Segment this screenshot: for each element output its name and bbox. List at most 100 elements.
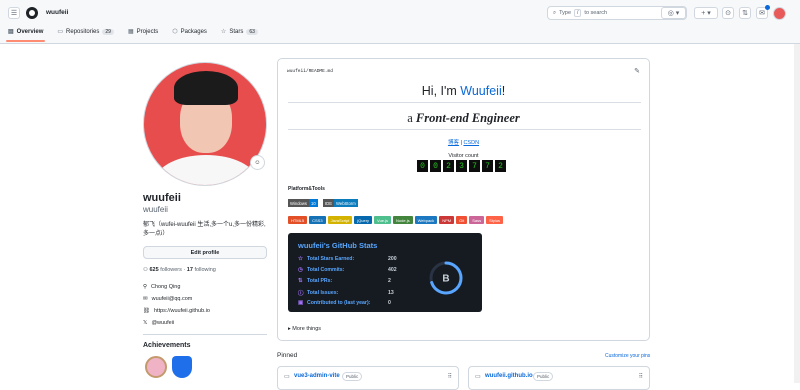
github-logo-icon[interactable] <box>26 7 38 19</box>
book-icon: ▤ <box>8 29 14 35</box>
create-new-button[interactable]: + ▾ <box>694 7 718 19</box>
pinned-repo-card[interactable]: ▭ wuufeii.github.io Public ⠿ <box>468 366 650 390</box>
menu-icon: ☰ <box>10 10 18 17</box>
pull-requests-button[interactable]: ⇅ <box>739 7 751 19</box>
stat-row: ◷ Total Commits: 402 <box>298 267 397 273</box>
achievements-heading[interactable]: Achievements <box>143 342 190 349</box>
profile-readme: wuufeii/README.md ✎ Hi, I'm Wuufeii! a F… <box>277 58 650 341</box>
copilot-icon: ◎ ▾ <box>667 10 680 17</box>
customize-pins-link[interactable]: Customize your pins <box>605 353 650 359</box>
edit-readme-pencil-icon[interactable]: ✎ <box>634 67 640 75</box>
pinned-repo-card[interactable]: ▭ vue3-admin-vite Public ⠿ <box>277 366 459 390</box>
csdn-link[interactable]: CSDN <box>463 140 479 146</box>
achievement-badge-quickdraw[interactable] <box>172 356 192 378</box>
shield-value: 10 <box>309 199 318 207</box>
drag-handle-icon[interactable]: ⠿ <box>639 373 643 380</box>
link-icon: ⛓ <box>143 308 150 314</box>
more-things-toggle[interactable]: ▸ More things <box>288 326 321 332</box>
mail-icon: ✉ <box>143 296 148 302</box>
tab-overview[interactable]: ▤ Overview <box>5 28 46 42</box>
issue-icon: ⓘ <box>298 291 304 297</box>
stat-row: ☆ Total Stars Earned: 200 <box>298 256 397 262</box>
issues-button[interactable]: ⊙ <box>722 7 734 19</box>
profile-twitter[interactable]: 𝕏 @wuufeii <box>143 320 174 326</box>
tag-stylus: Stylus <box>486 216 504 224</box>
readme-tagline: a Front-end Engineer <box>407 111 520 125</box>
page-scrollbar[interactable] <box>794 44 800 383</box>
user-avatar-button[interactable] <box>773 7 786 20</box>
search-icon: ⌕ <box>553 9 557 16</box>
people-icon: ⚇ <box>143 267 148 273</box>
visibility-badge: Public <box>342 372 363 381</box>
notification-dot <box>765 5 770 10</box>
visitor-digit: 0 <box>417 160 428 172</box>
tag-vuejs: Vue.js <box>374 216 392 224</box>
visitor-digit: 0 <box>430 160 441 172</box>
header-username[interactable]: wuufeii <box>46 9 68 16</box>
tab-packages[interactable]: ⬡ Packages <box>172 28 207 40</box>
pinned-repo-name[interactable]: wuufeii.github.io <box>485 373 533 379</box>
pull-request-icon: ⇅ <box>298 278 303 284</box>
tag-nodejs: Node.js <box>393 216 413 224</box>
greeting-name-link[interactable]: Wuufeii <box>460 84 501 98</box>
hamburger-menu-button[interactable]: ☰ <box>8 7 20 19</box>
blog-link[interactable]: 博客 <box>448 140 459 146</box>
repo-icon: ▭ <box>57 29 64 35</box>
pull-request-icon: ⇅ <box>742 10 748 17</box>
tab-projects[interactable]: ▦ Projects <box>128 28 158 40</box>
drag-handle-icon[interactable]: ⠿ <box>448 373 452 380</box>
profile-avatar[interactable] <box>143 62 267 186</box>
profile-website[interactable]: ⛓ https://wuufeii.github.io <box>143 308 210 314</box>
platform-tools-heading: Platform&Tools <box>288 186 325 192</box>
profile-name: wuufeii <box>143 192 181 204</box>
profile-email[interactable]: ✉ wuufeii@qq.com <box>143 296 192 302</box>
visitor-digit: 2 <box>495 160 506 172</box>
profile-location: ⚲ Chong Qing <box>143 284 181 290</box>
divider <box>143 334 267 335</box>
visitor-digit: 2 <box>443 160 454 172</box>
set-status-button[interactable]: ☺ <box>250 155 265 170</box>
x-twitter-icon: 𝕏 <box>143 320 148 326</box>
ide-shield: IDE WebStorm <box>323 199 358 207</box>
following-count[interactable]: 17 <box>187 267 193 273</box>
shield-value: WebStorm <box>333 199 358 207</box>
tag-jquery: jQuery <box>354 216 373 224</box>
tag-javascript: JavaScript <box>327 216 353 224</box>
tab-repositories[interactable]: ▭ Repositories 29 <box>57 28 114 40</box>
inbox-icon: ✉ <box>759 10 765 17</box>
profile-bio: 郁飞（wufei-wuufeii 生活,多一个u,多一份精彩,多一点i） <box>143 222 266 237</box>
tag-git: Git <box>456 216 468 224</box>
windows-shield: Windows 10 <box>288 199 318 207</box>
visitor-digit: 7 <box>482 160 493 172</box>
tab-stars[interactable]: ☆ Stars 63 <box>221 28 258 40</box>
tech-tags: HTML5 CSS3 JavaScript jQuery Vue.js Node… <box>288 216 504 224</box>
chevron-down-icon: ▾ <box>707 10 711 17</box>
readme-greeting: Hi, I'm Wuufeii! <box>421 84 506 98</box>
edit-profile-button[interactable]: Edit profile <box>143 246 267 259</box>
smiley-icon: ☺ <box>254 159 261 166</box>
visitor-count-label: Visitor count <box>448 153 479 159</box>
follow-stats: ⚇ 625 followers · 17 following <box>143 267 216 273</box>
github-stats-card: wuufeii's GitHub Stats ☆ Total Stars Earn… <box>288 233 482 312</box>
profile-tabs: ▤ Overview ▭ Repositories 29 ▦ Projects ⬡ Pac… <box>5 28 258 42</box>
tag-npm: NPM <box>439 216 455 224</box>
tag-sass: Sass <box>469 216 485 224</box>
readme-path: wuufeii/README.md <box>287 69 333 74</box>
visitor-counter: 0 0 2 3 7 7 2 <box>417 160 506 172</box>
star-icon: ☆ <box>298 256 303 262</box>
star-icon: ☆ <box>220 29 227 35</box>
copilot-button[interactable]: ◎ ▾ <box>661 7 686 19</box>
followers-count[interactable]: 625 <box>149 267 158 273</box>
table-icon: ▦ <box>127 29 134 35</box>
clock-icon: ◷ <box>298 267 303 273</box>
profile-login: wuufeii <box>143 205 168 214</box>
pinned-heading: Pinned <box>277 352 298 359</box>
tag-webpack: Webpack <box>414 216 438 224</box>
stat-row: ▣ Contributed to (last year): 0 <box>298 300 391 306</box>
pinned-repo-name[interactable]: vue3-admin-vite <box>294 373 340 379</box>
location-icon: ⚲ <box>143 284 148 290</box>
visitor-digit: 3 <box>456 160 467 172</box>
achievement-badge-pull-shark[interactable] <box>145 356 167 378</box>
stat-row: ⇅ Total PRs: 2 <box>298 278 391 284</box>
stat-row: ⓘ Total Issues: 13 <box>298 290 394 297</box>
